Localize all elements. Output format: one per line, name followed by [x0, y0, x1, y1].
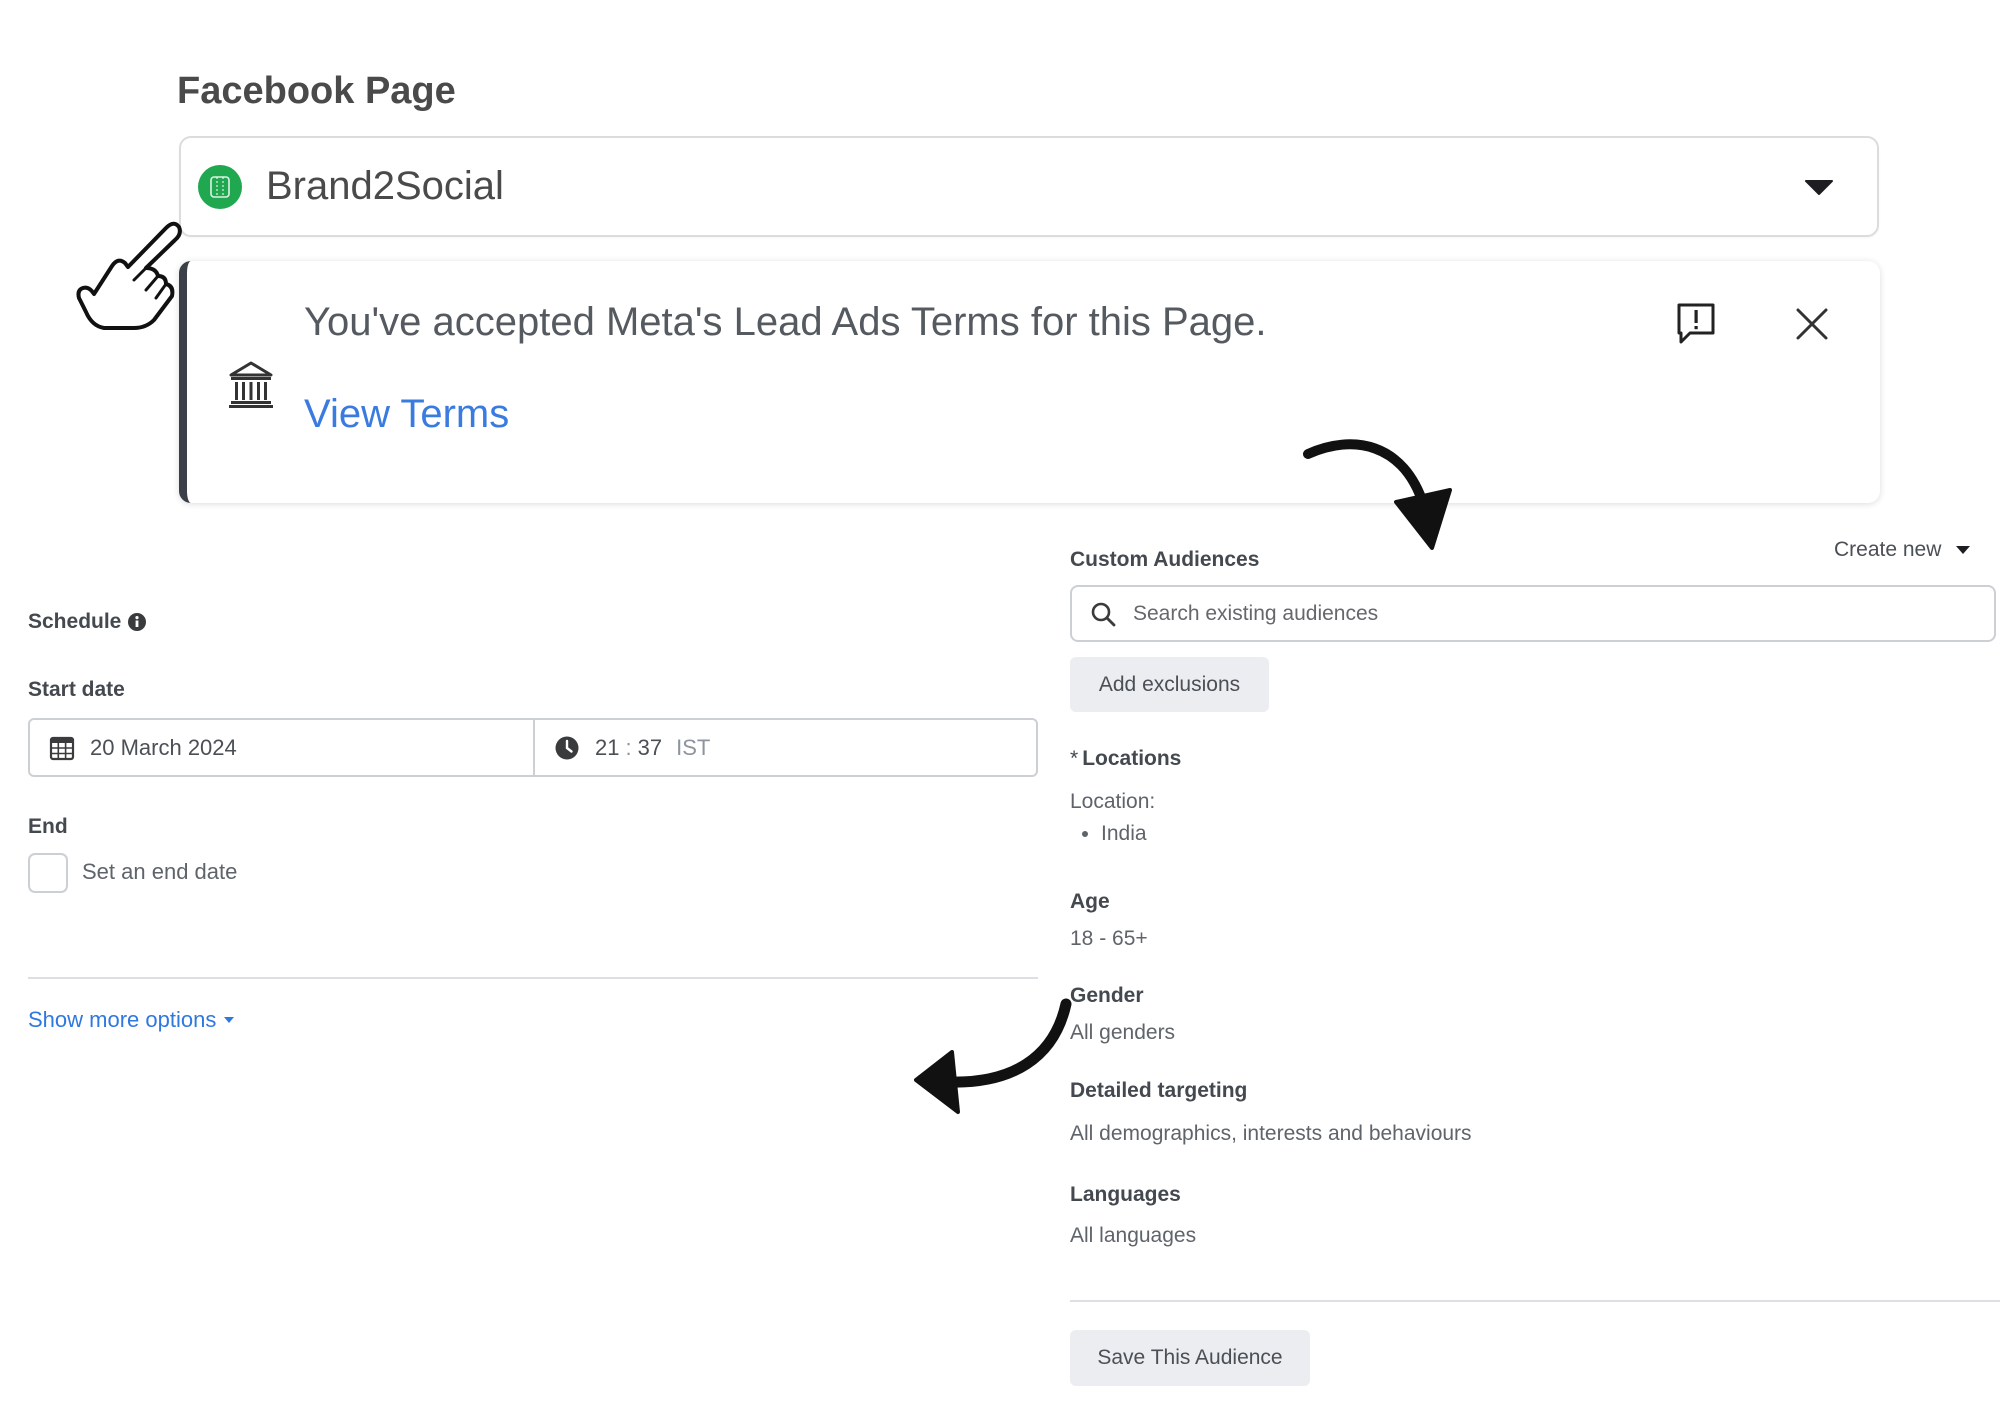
bank-icon [229, 361, 273, 408]
end-date-checkbox[interactable] [28, 853, 68, 893]
view-terms-link[interactable]: View Terms [304, 390, 509, 438]
languages-value: All languages [1070, 1224, 1197, 1247]
gender-value: All genders [1070, 1021, 1176, 1044]
age-label: Age [1070, 890, 1110, 913]
locations-title: Locations [1082, 747, 1182, 770]
detailed-targeting-label: Detailed targeting [1070, 1079, 1248, 1102]
page-avatar-icon [198, 164, 242, 209]
start-date-value: 20 March 2024 [90, 734, 237, 760]
add-exclusions-button[interactable]: Add exclusions [1070, 657, 1269, 712]
audience-search-field[interactable] [1070, 585, 1996, 642]
end-label: End [28, 815, 68, 838]
create-new-button[interactable]: Create new [1834, 538, 1971, 562]
clock-icon [555, 736, 579, 759]
calendar-icon [49, 736, 75, 760]
curved-arrow-icon [914, 998, 1072, 1114]
caret-down-icon [224, 1017, 235, 1023]
divider [1070, 1300, 2000, 1302]
start-date-label: Start date [28, 678, 125, 701]
start-datetime-field: 20 March 2024 21 : 37 IST [28, 718, 1038, 777]
caret-down-icon [1956, 546, 1971, 554]
report-icon[interactable] [1674, 301, 1718, 349]
location-sublabel: Location: [1070, 790, 1156, 813]
start-minute[interactable]: 37 [638, 735, 662, 761]
list-item: India [1101, 821, 1147, 847]
lead-ads-terms-notice: You've accepted Meta's Lead Ads Terms fo… [179, 261, 1880, 503]
create-new-label[interactable]: Create new [1834, 538, 1941, 562]
terms-message: You've accepted Meta's Lead Ads Terms fo… [304, 300, 1267, 344]
selected-page-name: Brand2Social [266, 164, 504, 208]
location-list: India [1070, 821, 1147, 847]
detailed-targeting-value: All demographics, interests and behaviou… [1070, 1122, 1472, 1145]
time-separator: : [625, 734, 632, 760]
save-audience-button[interactable]: Save This Audience [1070, 1330, 1310, 1386]
start-hour[interactable]: 21 [595, 735, 619, 761]
end-date-checkbox-label[interactable]: Set an end date [82, 859, 237, 885]
languages-label: Languages [1070, 1183, 1181, 1206]
pointing-hand-icon [76, 221, 182, 330]
schedule-heading: Schedule [28, 609, 147, 635]
custom-audiences-label: Custom Audiences [1070, 548, 1260, 571]
schedule-title: Schedule [28, 610, 122, 633]
start-date-input[interactable]: 20 March 2024 [30, 720, 535, 775]
caret-down-icon[interactable] [1804, 179, 1834, 195]
show-more-options-label[interactable]: Show more options [28, 1007, 216, 1033]
audience-search-input[interactable] [1133, 601, 1994, 626]
facebook-page-heading: Facebook Page [177, 70, 456, 112]
age-value: 18 - 65+ [1070, 927, 1148, 950]
timezone-label: IST [676, 734, 711, 760]
gender-label: Gender [1070, 984, 1144, 1007]
show-more-options-link[interactable]: Show more options [28, 1007, 235, 1033]
info-icon[interactable] [127, 612, 147, 632]
locations-label: * Locations [1070, 746, 1181, 772]
curved-arrow-icon [1303, 439, 1452, 550]
required-mark: * [1070, 747, 1079, 770]
search-icon [1091, 602, 1116, 626]
close-icon[interactable] [1793, 305, 1831, 343]
divider [28, 977, 1038, 979]
start-time-input[interactable]: 21 : 37 IST [535, 720, 1036, 775]
facebook-page-dropdown[interactable]: Brand2Social [179, 136, 1879, 237]
